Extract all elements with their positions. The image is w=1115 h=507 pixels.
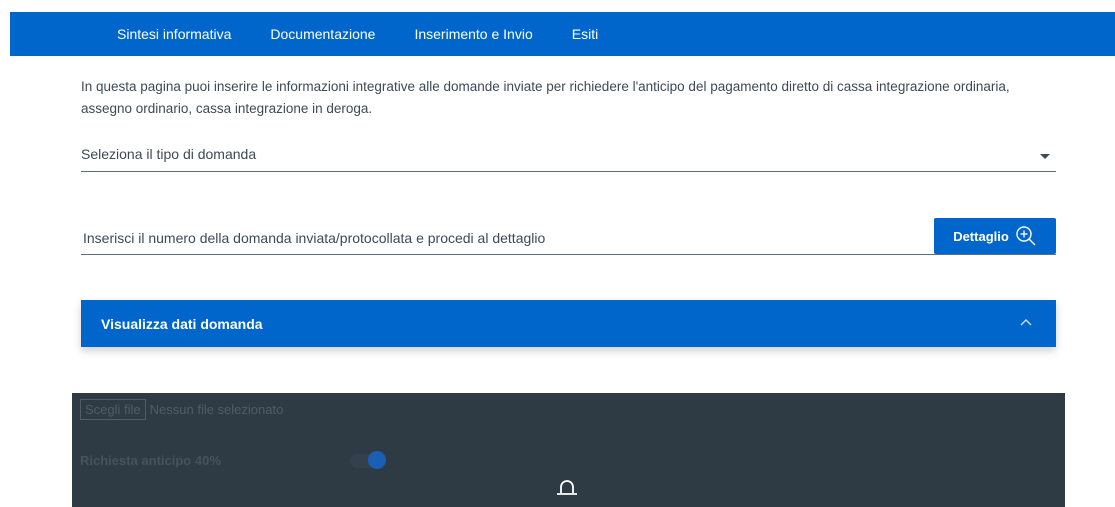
- nav-sintesi-informativa[interactable]: Sintesi informativa: [117, 12, 231, 56]
- chevron-up-icon: [1020, 319, 1032, 326]
- dettaglio-button[interactable]: Dettaglio: [934, 218, 1056, 254]
- top-navigation: Sintesi informativa Documentazione Inser…: [10, 12, 1115, 56]
- anticipo-toggle[interactable]: [350, 450, 386, 469]
- tipo-domanda-label: Seleziona il tipo di domanda: [81, 146, 257, 162]
- dettaglio-label: Dettaglio: [953, 228, 1009, 244]
- nav-documentazione[interactable]: Documentazione: [270, 12, 375, 56]
- toggle-knob: [368, 450, 386, 469]
- choose-file-button[interactable]: Scegli file: [80, 399, 146, 420]
- nav-inserimento-e-invio[interactable]: Inserimento e Invio: [414, 12, 532, 56]
- dati-domanda-accordion[interactable]: Visualizza dati domanda: [81, 300, 1056, 347]
- nav-esiti[interactable]: Esiti: [572, 12, 598, 56]
- numero-domanda-field: [81, 222, 933, 255]
- zoom-in-icon: [1016, 226, 1036, 246]
- intro-text: In questa pagina puoi inserire le inform…: [81, 79, 1010, 116]
- caret-down-icon: [1040, 154, 1050, 159]
- file-upload-row: Scegli file Nessun file selezionato: [80, 399, 283, 420]
- loading-overlay: Scegli file Nessun file selezionato Rich…: [72, 393, 1065, 507]
- numero-domanda-input[interactable]: [81, 226, 933, 250]
- file-status: Nessun file selezionato: [149, 402, 284, 417]
- field-underline: [930, 254, 1056, 255]
- tipo-domanda-select[interactable]: Seleziona il tipo di domanda: [81, 140, 1056, 172]
- accordion-title: Visualizza dati domanda: [101, 316, 263, 332]
- anticipo-label: Richiesta anticipo 40%: [80, 453, 221, 468]
- anticipo-row: Richiesta anticipo 40%: [80, 450, 386, 469]
- lock-icon: [557, 480, 577, 495]
